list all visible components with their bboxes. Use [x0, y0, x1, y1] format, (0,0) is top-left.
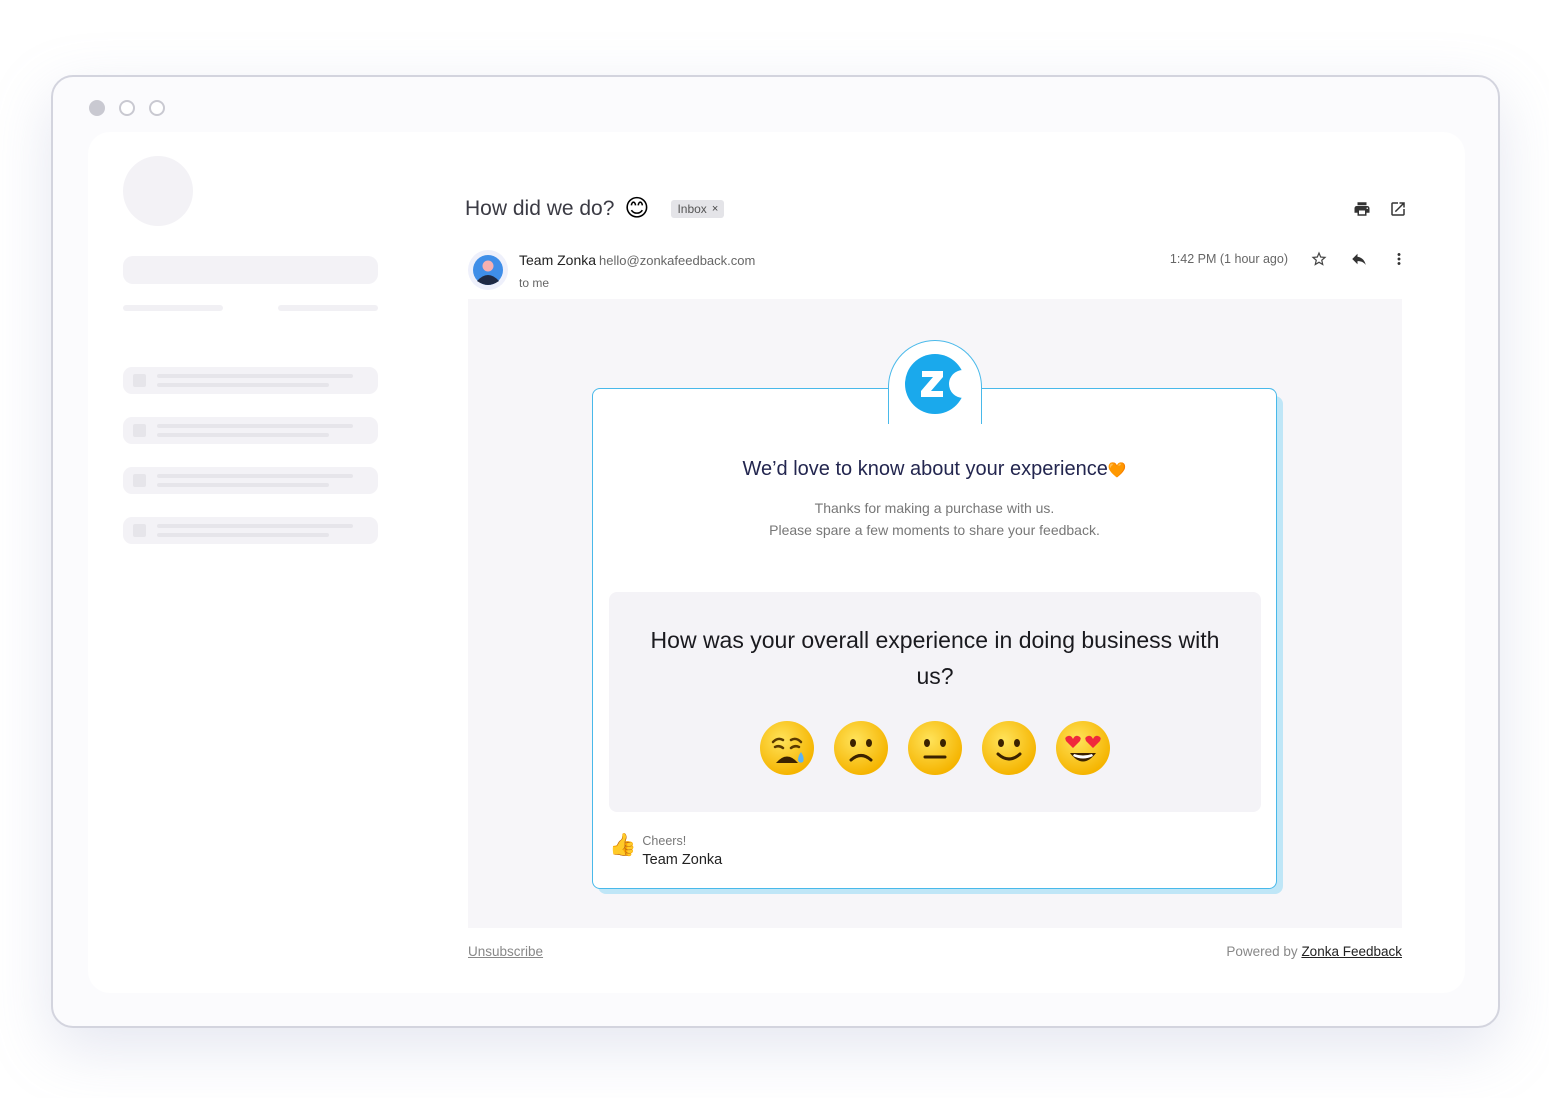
card-subtitle: Thanks for making a purchase with us. Pl… [593, 497, 1276, 541]
email-subject-row: How did we do? 😊 Inbox × [465, 194, 725, 223]
rating-very-bad-emoji-icon[interactable] [759, 720, 815, 776]
sidebar-line-placeholder [278, 305, 378, 311]
email-subject: How did we do? [465, 196, 615, 220]
window-controls [89, 100, 165, 116]
zonka-feedback-link[interactable]: Zonka Feedback [1301, 944, 1402, 959]
mail-client: How did we do? 😊 Inbox × Team Zonka hell… [88, 132, 1465, 993]
survey-question: How was your overall experience in doing… [650, 627, 1220, 689]
sidebar-compose-placeholder [123, 256, 378, 284]
powered-by: Powered by Zonka Feedback [1226, 944, 1402, 959]
signoff-name: Team Zonka [642, 852, 723, 868]
window-maximize-dot[interactable] [149, 100, 165, 116]
smile-emoji-icon: 😊 [624, 195, 650, 222]
sidebar-item-placeholder [123, 417, 378, 444]
inbox-label-chip[interactable]: Inbox × [671, 199, 725, 218]
thumbs-up-icon: 👍 [609, 832, 637, 857]
sidebar-item-placeholder [123, 467, 378, 494]
card-subtitle-line1: Thanks for making a purchase with us. [814, 500, 1055, 516]
open-in-new-icon[interactable] [1389, 200, 1407, 218]
unsubscribe-link[interactable]: Unsubscribe [468, 944, 543, 959]
remove-label-icon[interactable]: × [712, 203, 718, 215]
rating-excellent-emoji-icon[interactable] [1055, 720, 1111, 776]
sidebar-item-placeholder [123, 367, 378, 394]
question-box: How was your overall experience in doing… [609, 592, 1261, 812]
card-subtitle-line2: Please spare a few moments to share your… [769, 522, 1100, 538]
signoff: 👍 Cheers! Team Zonka [609, 832, 723, 869]
sender-line: Team Zonka hello@zonkafeedback.com [519, 252, 755, 268]
signoff-greeting: Cheers! [642, 834, 687, 848]
window-close-dot[interactable] [89, 100, 105, 116]
powered-by-text: Powered by [1226, 944, 1298, 959]
sender-row: Team Zonka hello@zonkafeedback.com to me … [468, 250, 1408, 294]
rating-neutral-emoji-icon[interactable] [907, 720, 963, 776]
email-top-actions [1353, 200, 1407, 218]
card-title: We’d love to know about your experience🧡 [593, 458, 1276, 481]
star-icon[interactable] [1310, 250, 1328, 268]
rating-bad-emoji-icon[interactable] [833, 720, 889, 776]
browser-window: How did we do? 😊 Inbox × Team Zonka hell… [51, 75, 1500, 1028]
inbox-label-text: Inbox [677, 201, 707, 216]
sidebar-avatar-placeholder [123, 156, 193, 226]
reply-icon[interactable] [1350, 250, 1368, 268]
survey-card: We’d love to know about your experience🧡… [592, 340, 1277, 889]
heart-emoji-icon: 🧡 [1107, 462, 1127, 479]
more-vert-icon[interactable] [1390, 250, 1408, 268]
rating-scale [609, 720, 1261, 776]
email-meta: 1:42 PM (1 hour ago) [1170, 250, 1408, 268]
rating-good-emoji-icon[interactable] [981, 720, 1037, 776]
print-icon[interactable] [1353, 200, 1371, 218]
sidebar-item-placeholder [123, 517, 378, 544]
sender-email: hello@zonkafeedback.com [599, 253, 756, 268]
zonka-logo-icon [888, 340, 982, 424]
sender-name[interactable]: Team Zonka [519, 252, 596, 268]
window-minimize-dot[interactable] [119, 100, 135, 116]
email-timestamp: 1:42 PM (1 hour ago) [1169, 252, 1288, 266]
card-title-text: We’d love to know about your experience [742, 458, 1108, 480]
sender-avatar[interactable] [468, 250, 508, 290]
recipient-label[interactable]: to me [519, 276, 549, 290]
email-body: We’d love to know about your experience🧡… [468, 299, 1402, 928]
sidebar-line-placeholder [123, 305, 223, 311]
